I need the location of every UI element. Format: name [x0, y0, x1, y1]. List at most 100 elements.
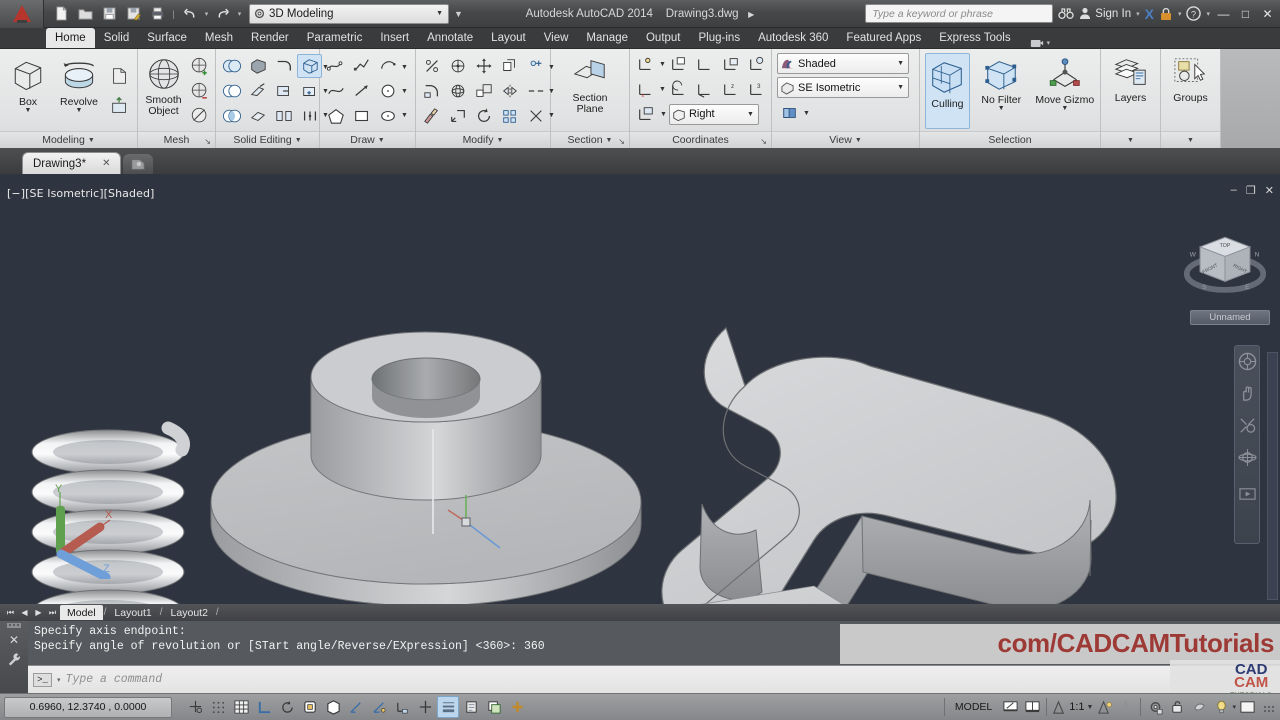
- extrude-faces-icon[interactable]: [245, 54, 270, 78]
- close-icon[interactable]: ✕: [102, 158, 110, 169]
- 3d-move-icon[interactable]: [445, 54, 470, 78]
- section-plane-button[interactable]: Section Plane: [559, 52, 621, 130]
- model-space-indicator[interactable]: MODEL: [948, 701, 999, 713]
- break-icon[interactable]: [523, 79, 548, 103]
- no-filter-dropdown-arrow-icon[interactable]: ▼: [998, 105, 1005, 112]
- selection-cycling-icon[interactable]: [483, 696, 505, 718]
- array-icon[interactable]: [497, 104, 522, 128]
- application-menu-button[interactable]: [0, 0, 44, 28]
- first-layout-button[interactable]: ⏮: [4, 608, 17, 618]
- chevron-down-icon[interactable]: ▼: [1187, 137, 1194, 144]
- show-lineweight-icon[interactable]: [437, 696, 459, 718]
- copy-icon[interactable]: [497, 54, 522, 78]
- chevron-down-icon[interactable]: ▼: [295, 137, 302, 144]
- viewport-config-icon[interactable]: [1021, 696, 1043, 718]
- panel-title-selection[interactable]: Selection: [920, 131, 1100, 148]
- viewport-config-icon[interactable]: [777, 101, 802, 125]
- imprint-icon[interactable]: [271, 79, 296, 103]
- panel-dialog-launcher-icon[interactable]: ↘: [618, 137, 625, 146]
- ortho-mode-icon[interactable]: [253, 696, 275, 718]
- ellipse-icon[interactable]: [375, 104, 400, 128]
- tab-home[interactable]: Home: [46, 28, 95, 48]
- tab-express-tools[interactable]: Express Tools: [930, 28, 1019, 48]
- chevron-down-icon[interactable]: ▼: [803, 110, 810, 117]
- named-view-button[interactable]: Unnamed: [1190, 310, 1270, 325]
- 3d-align-icon[interactable]: [445, 104, 470, 128]
- next-layout-button[interactable]: ▶: [32, 608, 45, 617]
- annotation-scale-control[interactable]: 1:1 ▼: [1050, 699, 1093, 715]
- chevron-down-icon[interactable]: ▼: [659, 61, 666, 68]
- clean-solid-icon[interactable]: [297, 104, 322, 128]
- subtract-icon[interactable]: [219, 79, 244, 103]
- drawing-viewport[interactable]: [−][SE Isometric][Shaded] – ❐ ✕ Y X Z TO…: [0, 174, 1280, 604]
- object-snap-tracking-icon[interactable]: [345, 696, 367, 718]
- panel-title-mesh[interactable]: Mesh ↘: [138, 131, 215, 148]
- arc-icon[interactable]: [375, 54, 400, 78]
- minimize-button[interactable]: —: [1215, 7, 1232, 21]
- new-icon[interactable]: [50, 3, 72, 25]
- undo-dropdown-arrow-icon[interactable]: ▾: [203, 10, 210, 18]
- redo-icon[interactable]: [212, 3, 234, 25]
- tab-layout[interactable]: Layout: [482, 28, 535, 48]
- snap-mode-icon[interactable]: [207, 696, 229, 718]
- title-overflow-arrow-icon[interactable]: ▶: [748, 10, 754, 19]
- maximize-button[interactable]: □: [1237, 7, 1254, 21]
- qat-overflow-icon[interactable]: ▼: [454, 9, 463, 19]
- command-prompt-icon[interactable]: >_: [33, 672, 52, 687]
- solid-history-icon[interactable]: [297, 54, 322, 78]
- search-input[interactable]: Type a keyword or phrase: [865, 4, 1054, 23]
- infer-constraints-icon[interactable]: [184, 696, 206, 718]
- lock-toolbars-icon[interactable]: [1166, 696, 1188, 718]
- trim-icon[interactable]: [419, 54, 444, 78]
- explode-icon[interactable]: [523, 104, 548, 128]
- zoom-extents-icon[interactable]: [1238, 416, 1257, 435]
- taper-faces-icon[interactable]: [245, 79, 270, 103]
- revolve-button[interactable]: Revolve ▼: [54, 52, 104, 130]
- move-gizmo-button[interactable]: Move Gizmo ▼: [1033, 52, 1097, 130]
- annotation-visibility-icon[interactable]: [1093, 696, 1115, 718]
- match-properties-icon[interactable]: [419, 104, 444, 128]
- move-gizmo-dropdown-arrow-icon[interactable]: ▼: [1061, 105, 1068, 112]
- ribbon-display-options[interactable]: ▾: [1030, 38, 1050, 48]
- close-button[interactable]: ✕: [1259, 7, 1276, 21]
- refine-mesh-icon[interactable]: [187, 104, 212, 128]
- panel-title-draw[interactable]: Draw ▼: [320, 131, 415, 148]
- annotation-monitor-icon[interactable]: [506, 696, 528, 718]
- extrude-face-icon[interactable]: [106, 62, 134, 90]
- hardware-accel-icon[interactable]: [1188, 696, 1210, 718]
- viewport-vertical-scrollbar[interactable]: [1267, 352, 1278, 600]
- wrench-icon[interactable]: [7, 652, 22, 667]
- smooth-object-button[interactable]: Smooth Object: [141, 52, 186, 130]
- panel-title-coordinates[interactable]: Coordinates ↘: [630, 131, 771, 148]
- groups-button[interactable]: Groups: [1165, 52, 1217, 130]
- viewpoint-combo[interactable]: SE Isometric ▼: [777, 77, 909, 98]
- chevron-down-icon[interactable]: ▼: [400, 55, 409, 79]
- allow-ucs-icon[interactable]: [368, 696, 390, 718]
- scale-icon[interactable]: [471, 79, 496, 103]
- command-input-row[interactable]: >_ ▾ Type a command: [28, 665, 1280, 693]
- chevron-down-icon[interactable]: ▼: [897, 60, 906, 67]
- chevron-down-icon[interactable]: ▼: [400, 103, 409, 127]
- close-icon[interactable]: ✕: [9, 633, 19, 647]
- culling-button[interactable]: Culling: [925, 53, 970, 129]
- help-icon[interactable]: ?: [1186, 6, 1202, 21]
- tab-solid[interactable]: Solid: [95, 28, 139, 48]
- chevron-down-icon[interactable]: ▼: [400, 79, 409, 103]
- ucs-world-icon[interactable]: [633, 52, 658, 76]
- separate-icon[interactable]: [271, 104, 296, 128]
- visual-style-combo[interactable]: Shaded ▼: [777, 53, 909, 74]
- lock-dropdown-arrow-icon[interactable]: ▾: [1178, 10, 1182, 18]
- tab-output[interactable]: Output: [637, 28, 690, 48]
- offset-edge-icon[interactable]: [245, 104, 270, 128]
- chevron-down-icon[interactable]: ▼: [1127, 137, 1134, 144]
- line-icon[interactable]: [349, 79, 374, 103]
- panel-dialog-launcher-icon[interactable]: ↘: [204, 137, 211, 146]
- prev-layout-button[interactable]: ◀: [18, 608, 31, 617]
- orbit-icon[interactable]: [1237, 448, 1257, 467]
- chevron-down-icon[interactable]: ▼: [660, 111, 667, 118]
- chevron-down-icon[interactable]: ▼: [659, 86, 666, 93]
- sign-in-dropdown-arrow-icon[interactable]: ▾: [1136, 10, 1140, 18]
- smooth-more-icon[interactable]: [187, 54, 212, 78]
- check-solid-icon[interactable]: [297, 79, 322, 103]
- mirror-icon[interactable]: [497, 79, 522, 103]
